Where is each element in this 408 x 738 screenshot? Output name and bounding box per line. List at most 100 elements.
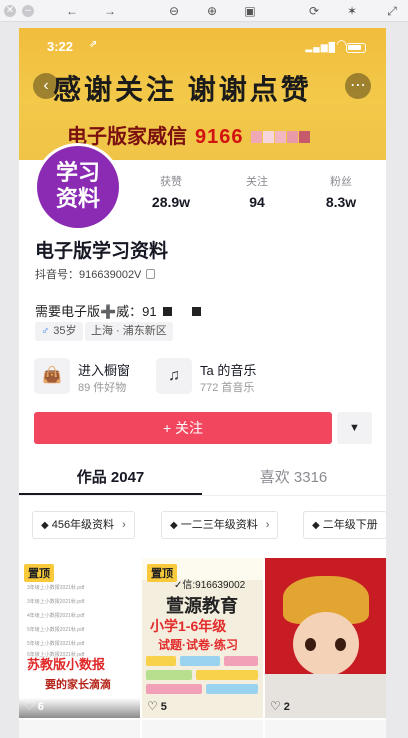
like-count: ♡ 6 [24,699,44,713]
like-count-value: 5 [160,701,167,713]
file-line: 5年级上小数报2021秋.pdf [27,627,85,633]
age-text: 35岁 [53,325,77,337]
viewer-toolbar: ✕ – ← → ⊖ ⊕ ▣ ⟳ ✶ ⤢ [0,0,408,22]
chip-label: 二年级下册 [322,519,378,531]
music-note-icon: ♫ [156,358,192,394]
battery-icon [346,43,366,53]
redacted-block [162,307,172,316]
location-tag: 上海 · 浦东新区 [85,322,173,341]
tab-divider [19,495,386,496]
file-line: 3年级上小数报2021秋.pdf [27,599,85,605]
collection-chip[interactable]: ◆ 一二三年级资料 › [161,511,279,539]
color-block [196,670,258,680]
video-thumbnail[interactable] [265,720,386,738]
tab-works[interactable]: 作品 2047 [19,466,202,487]
collection-icon: ◆ [41,520,49,531]
video-thumbnail[interactable] [19,720,140,738]
color-block [146,684,202,694]
thumbnail-illustration [335,638,346,651]
bio-text: 需要电子版➕威：91 [35,304,157,319]
stat-value: 94 [249,194,265,210]
chevron-right-icon: › [122,519,126,531]
video-thumbnail[interactable]: ✓信:916639002 萱源教育 小学1-6年级 试题·试卷·练习 置顶 ♡ 5 [142,558,263,718]
color-block [180,656,220,666]
zoom-out-icon[interactable]: ⊖ [166,3,182,19]
chip-label: 一二三年级资料 [180,519,258,531]
stat-value: 28.9w [151,194,191,210]
redacted-block [191,307,201,316]
age-tag: ♂ 35岁 [35,322,83,341]
shopping-bag-icon: 👜 [34,358,70,394]
copy-icon[interactable] [146,269,156,279]
video-headline: 小学1-6年级 [150,618,227,634]
expand-icon[interactable]: ⤢ [384,3,400,19]
minimize-icon[interactable]: – [22,5,34,17]
video-thumbnail[interactable]: 3年级上小数报2021秋.pdf 3年级上小数报2021秋.pdf 4年级上小数… [19,558,140,718]
banner-contact: 电子版家威信 9166 [67,120,311,149]
card-subtitle: 772 首音乐 [200,382,255,394]
douyin-id-text: 抖音号：916639002V [35,269,142,281]
wechat-line: ✓信:916639002 [174,580,246,591]
signal-icon: ▂▄▆█ [305,42,336,52]
banner-contact-number: 9166 [195,126,244,148]
like-count: ♡ 2 [270,699,290,713]
profile-name: 电子版学习资料 [35,241,169,262]
avatar-text-bottom: 资料 [55,186,100,211]
video-title: 苏教版小数报 [27,657,106,672]
stat-label: 粉丝 [330,176,352,188]
mars-icon: ♂ [41,325,50,337]
like-count-value: 2 [283,701,290,713]
heart-icon: ♡ [24,699,35,713]
stat-followers[interactable]: 粉丝 8.3w [306,173,376,210]
more-options-button[interactable]: ⋯ [345,73,371,99]
banner-headline: 感谢关注 谢谢点赞 [53,74,312,105]
fit-screen-icon[interactable]: ▣ [242,3,258,19]
file-line: 5年级上小数报2021秋.pdf [27,641,85,647]
collection-chip[interactable]: ◆ 456年级资料 › [32,511,135,539]
avatar-text-top: 学习 [55,160,100,185]
zoom-in-icon[interactable]: ⊕ [204,3,220,19]
chip-label: 456年级资料 [51,519,115,531]
video-brand: 萱源教育 [166,596,238,616]
back-arrow-icon[interactable]: ← [64,3,80,19]
collection-icon: ◆ [312,520,320,531]
thumbnail-illustration [293,612,359,676]
color-block [206,684,258,694]
profile-bio: 需要电子版➕威：91 [35,301,201,320]
phone-screen: 3:22 ⇗ ▂▄▆█ ◠ ‹ ⋯ 感谢关注 谢谢点赞 电子版家威信 9166 学… [19,28,386,738]
douyin-id[interactable]: 抖音号：916639002V [35,266,156,282]
video-subline: 试题·试卷·练习 [158,638,238,652]
pinned-badge: 置顶 [147,564,177,582]
forward-arrow-icon[interactable]: → [102,3,118,19]
status-time: 3:22 [47,39,74,54]
redacted-digits [251,126,311,149]
video-thumbnail[interactable] [142,720,263,738]
status-bar: 3:22 ⇗ ▂▄▆█ ◠ [19,28,386,54]
dropdown-button[interactable]: ▼ [337,412,372,444]
follow-button[interactable]: + 关注 [34,412,332,444]
heart-icon: ♡ [147,699,158,713]
stat-label: 获赞 [160,176,182,188]
heart-icon: ♡ [270,699,281,713]
color-block [224,656,258,666]
video-thumbnail[interactable]: ♡ 2 [265,558,386,718]
collection-chip[interactable]: ◆ 二年级下册 [303,511,386,539]
like-count-value: 6 [37,701,44,713]
card-title: 进入橱窗 [78,363,131,378]
color-block [146,656,176,666]
rotate-icon[interactable]: ⟳ [306,3,322,19]
stat-following[interactable]: 关注 94 [222,173,292,210]
stat-likes[interactable]: 获赞 28.9w [136,173,206,210]
tab-likes[interactable]: 喜欢 3316 [202,466,385,487]
stat-label: 关注 [246,176,268,188]
stat-value: 8.3w [325,194,357,210]
card-subtitle: 89 件好物 [78,382,127,394]
card-title: Ta 的音乐 [200,363,257,378]
pinned-badge: 置顶 [24,564,54,582]
thumbnail-illustration [305,638,316,651]
video-subtitle: 要的家长滴滴 [45,679,111,691]
avatar[interactable]: 学习 资料 [34,143,122,231]
close-icon[interactable]: ✕ [4,5,16,17]
color-block [146,670,192,680]
magic-wand-icon[interactable]: ✶ [344,3,360,19]
